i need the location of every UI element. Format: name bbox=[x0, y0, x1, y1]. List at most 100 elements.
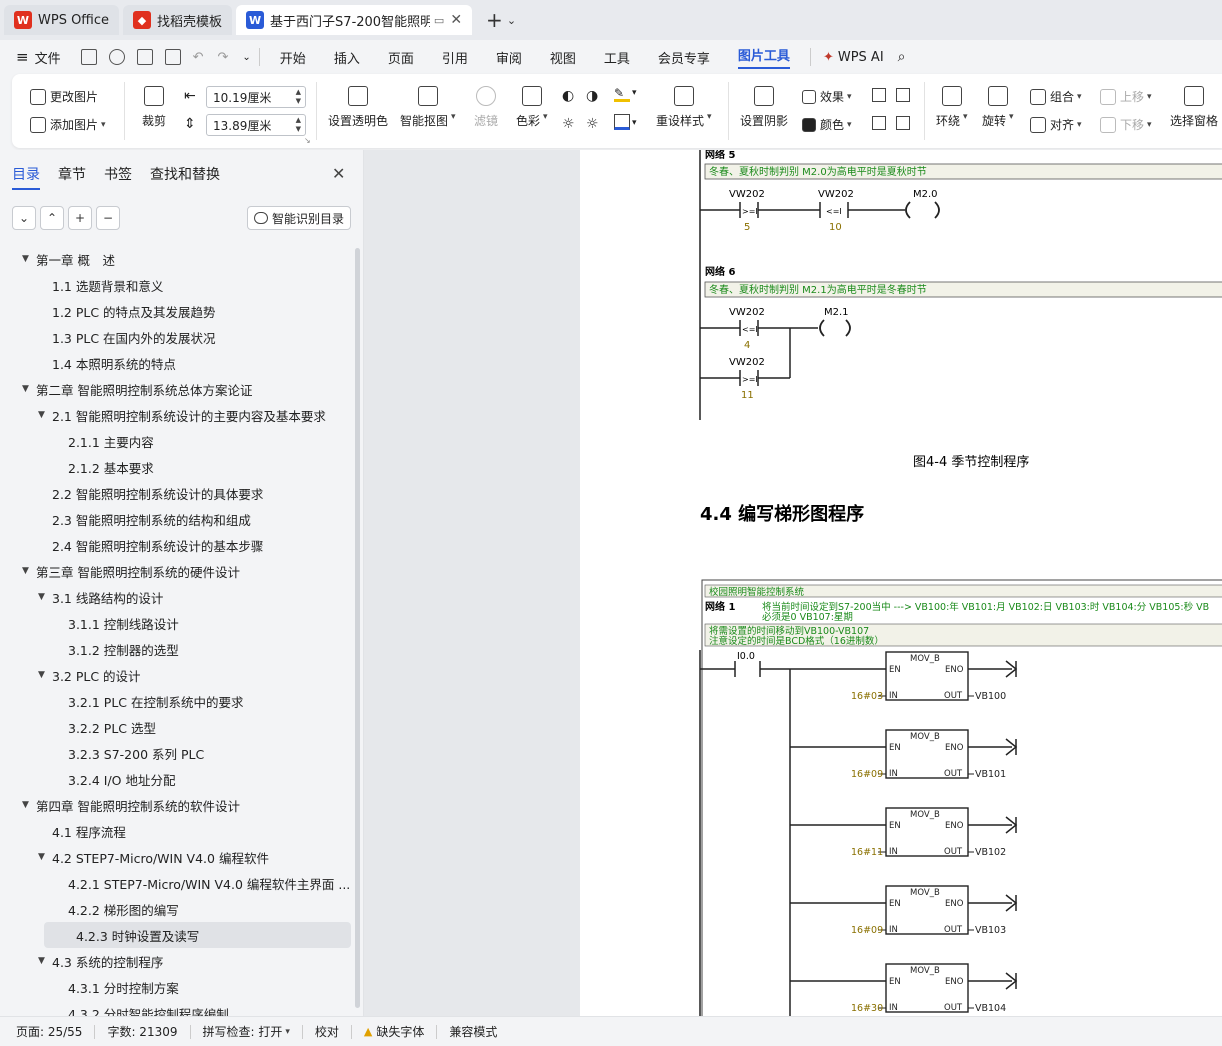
ladder-program-figure[interactable]: 校园照明智能控制系统 网络 1 将当前时间设定到S7-200当中 ---> VB… bbox=[699, 579, 1222, 1016]
toc-item[interactable]: 4.2.2 梯形图的编写 bbox=[0, 896, 356, 922]
spinner-icon[interactable]: ▲ ▼ bbox=[296, 88, 301, 106]
selection-pane-button[interactable]: 选择窗格 bbox=[1170, 86, 1218, 129]
tab-wps-office[interactable]: W WPS Office bbox=[4, 5, 120, 35]
toc-item[interactable]: 3.2.2 PLC 选型 bbox=[0, 714, 356, 740]
expand-triangle-icon[interactable]: ▼ bbox=[38, 592, 52, 602]
toc-item[interactable]: 3.1.1 控制线路设计 bbox=[0, 610, 356, 636]
toc-item[interactable]: 3.1.2 控制器的选型 bbox=[0, 636, 356, 662]
height-input[interactable]: 13.89厘米 ▲ ▼ bbox=[206, 114, 306, 136]
menu-references[interactable]: 引用 bbox=[442, 48, 468, 67]
highlight-color-icon[interactable]: ✎ bbox=[614, 86, 630, 102]
tab-find-replace[interactable]: 查找和替换 bbox=[150, 164, 220, 190]
menu-tools[interactable]: 工具 bbox=[604, 48, 630, 67]
brightness-down-icon[interactable]: ☼ bbox=[586, 116, 599, 132]
spell-check[interactable]: 拼写检查: 打开 ▾ bbox=[203, 1023, 290, 1040]
toc-item[interactable]: ▼ 4.2 STEP7-Micro/WIN V4.0 编程软件 bbox=[0, 844, 356, 870]
contrast-up-icon[interactable]: ◐ bbox=[562, 88, 574, 104]
missing-font[interactable]: ▲ 缺失字体 bbox=[364, 1023, 424, 1040]
crop-button[interactable]: 裁剪 bbox=[142, 86, 166, 129]
close-tab-icon[interactable]: ✕ bbox=[444, 12, 462, 28]
quick-access-dropdown-icon[interactable]: ⌄ bbox=[242, 52, 250, 63]
menu-insert[interactable]: 插入 bbox=[334, 48, 360, 67]
shadow-right-icon[interactable] bbox=[896, 116, 910, 130]
toc-item[interactable]: ▼ 第三章 智能照明控制系统的硬件设计 bbox=[0, 558, 356, 584]
toc-item[interactable]: 1.4 本照明系统的特点 bbox=[0, 350, 356, 376]
reset-style-button[interactable]: 重设样式 ▾ bbox=[656, 86, 712, 129]
menu-view[interactable]: 视图 bbox=[550, 48, 576, 67]
mov-block[interactable]: MOV_B EN ENO IN OUT 16#03 VB100 bbox=[851, 651, 1018, 702]
toc-item[interactable]: 2.1.2 基本要求 bbox=[0, 454, 356, 480]
change-picture-button[interactable]: 更改图片 bbox=[30, 88, 98, 105]
toc-item[interactable]: ▼ 第四章 智能照明控制系统的软件设计 bbox=[0, 792, 356, 818]
toc-item[interactable]: 2.2 智能照明控制系统设计的具体要求 bbox=[0, 480, 356, 506]
chevron-down-icon[interactable]: ▾ bbox=[632, 88, 637, 98]
expand-triangle-icon[interactable]: ▼ bbox=[22, 800, 36, 810]
word-count[interactable]: 字数: 21309 bbox=[107, 1023, 177, 1040]
chevron-down-icon[interactable]: ▾ bbox=[632, 118, 637, 128]
compat-mode[interactable]: 兼容模式 bbox=[449, 1023, 497, 1040]
toc-item[interactable]: ▼ 3.2 PLC 的设计 bbox=[0, 662, 356, 688]
shadow-left-icon[interactable] bbox=[872, 116, 886, 130]
filter-button[interactable]: 滤镜 bbox=[474, 86, 498, 129]
print-preview-icon[interactable] bbox=[164, 49, 181, 65]
expand-triangle-icon[interactable]: ▼ bbox=[38, 410, 52, 420]
wrap-button[interactable]: 环绕 ▾ bbox=[936, 86, 968, 129]
expand-triangle-icon[interactable]: ▼ bbox=[22, 384, 36, 394]
toc-item[interactable]: ▼ 第一章 概 述 bbox=[0, 246, 356, 272]
toc-item[interactable]: 1.1 选题背景和意义 bbox=[0, 272, 356, 298]
toc-item[interactable]: 1.2 PLC 的特点及其发展趋势 bbox=[0, 298, 356, 324]
menu-file[interactable]: 文件 bbox=[35, 48, 61, 67]
remove-heading-button[interactable]: − bbox=[96, 206, 120, 230]
search-icon[interactable]: ⌕ bbox=[898, 49, 906, 65]
dialog-launcher-icon[interactable]: ↘ bbox=[304, 136, 311, 145]
redo-icon[interactable]: ↷ bbox=[218, 50, 229, 65]
toc-item[interactable]: 2.4 智能照明控制系统设计的基本步骤 bbox=[0, 532, 356, 558]
mov-block[interactable]: MOV_B EN ENO IN OUT 16#30 VB104 bbox=[790, 963, 1018, 1014]
save-icon[interactable] bbox=[80, 49, 97, 65]
group-button[interactable]: 组合 ▾ bbox=[1030, 88, 1082, 105]
toc-item[interactable]: 3.2.3 S7-200 系列 PLC bbox=[0, 740, 356, 766]
shadow-up-icon[interactable] bbox=[872, 88, 886, 102]
chevron-down-icon[interactable]: ⌄ bbox=[507, 14, 516, 27]
tab-document[interactable]: W 基于西门子S7-200智能照明控 ▭ ✕ bbox=[236, 5, 473, 35]
mov-block[interactable]: MOV_B EN ENO IN OUT 16#09 VB101 bbox=[790, 729, 1018, 780]
toc-item[interactable]: ▼ 第二章 智能照明控制系统总体方案论证 bbox=[0, 376, 356, 402]
expand-triangle-icon[interactable]: ▼ bbox=[38, 852, 52, 862]
page-count[interactable]: 页面: 25/55 bbox=[16, 1023, 82, 1040]
toc-item[interactable]: 4.2.3 时钟设置及读写 bbox=[44, 922, 351, 948]
scrollbar[interactable] bbox=[355, 248, 360, 1008]
fill-color-button[interactable]: 颜色 ▾ bbox=[802, 116, 852, 133]
expand-triangle-icon[interactable]: ▼ bbox=[38, 956, 52, 966]
shadow-button[interactable]: 设置阴影 bbox=[740, 86, 788, 129]
hamburger-icon[interactable]: ≡ bbox=[16, 48, 29, 66]
toc-item[interactable]: 2.1.1 主要内容 bbox=[0, 428, 356, 454]
menu-home[interactable]: 开始 bbox=[280, 48, 306, 67]
tab-bookmarks[interactable]: 书签 bbox=[104, 164, 132, 190]
menu-member[interactable]: 会员专享 bbox=[658, 48, 710, 67]
cloud-sync-icon[interactable] bbox=[108, 49, 125, 65]
menu-picture-tools[interactable]: 图片工具 bbox=[737, 45, 790, 69]
align-button[interactable]: 对齐 ▾ bbox=[1030, 116, 1082, 133]
toc-item[interactable]: 1.3 PLC 在国内外的发展状况 bbox=[0, 324, 356, 350]
menu-page[interactable]: 页面 bbox=[388, 48, 414, 67]
toc-item[interactable]: 4.3.1 分时控制方案 bbox=[0, 974, 356, 1000]
collapse-all-button[interactable]: ⌃ bbox=[40, 206, 64, 230]
rotate-button[interactable]: 旋转 ▾ bbox=[982, 86, 1014, 129]
toc-item[interactable]: 3.2.4 I/O 地址分配 bbox=[0, 766, 356, 792]
toc-item[interactable]: 3.2.1 PLC 在控制系统中的要求 bbox=[0, 688, 356, 714]
add-heading-button[interactable]: + bbox=[68, 206, 92, 230]
smart-cutout-button[interactable]: 智能抠图 ▾ bbox=[400, 86, 456, 129]
new-tab-icon[interactable]: + bbox=[486, 8, 503, 32]
expand-all-button[interactable]: ⌄ bbox=[12, 206, 36, 230]
toc-item[interactable]: 4.2.1 STEP7-Micro/WIN V4.0 编程软件主界面 ... bbox=[0, 870, 356, 896]
brightness-up-icon[interactable]: ☼ bbox=[562, 116, 575, 132]
contrast-down-icon[interactable]: ◑ bbox=[586, 88, 598, 104]
print-icon[interactable] bbox=[136, 49, 153, 65]
menu-wps-ai[interactable]: WPS AI bbox=[838, 50, 884, 65]
move-down-button[interactable]: 下移 ▾ bbox=[1100, 116, 1152, 133]
width-input[interactable]: 10.19厘米 ▲ ▼ bbox=[206, 86, 306, 108]
tab-toc[interactable]: 目录 bbox=[12, 164, 40, 190]
add-picture-button[interactable]: 添加图片 ▾ bbox=[30, 116, 106, 133]
toc-item[interactable]: 2.3 智能照明控制系统的结构和组成 bbox=[0, 506, 356, 532]
effects-button[interactable]: 效果 ▾ bbox=[802, 88, 852, 105]
